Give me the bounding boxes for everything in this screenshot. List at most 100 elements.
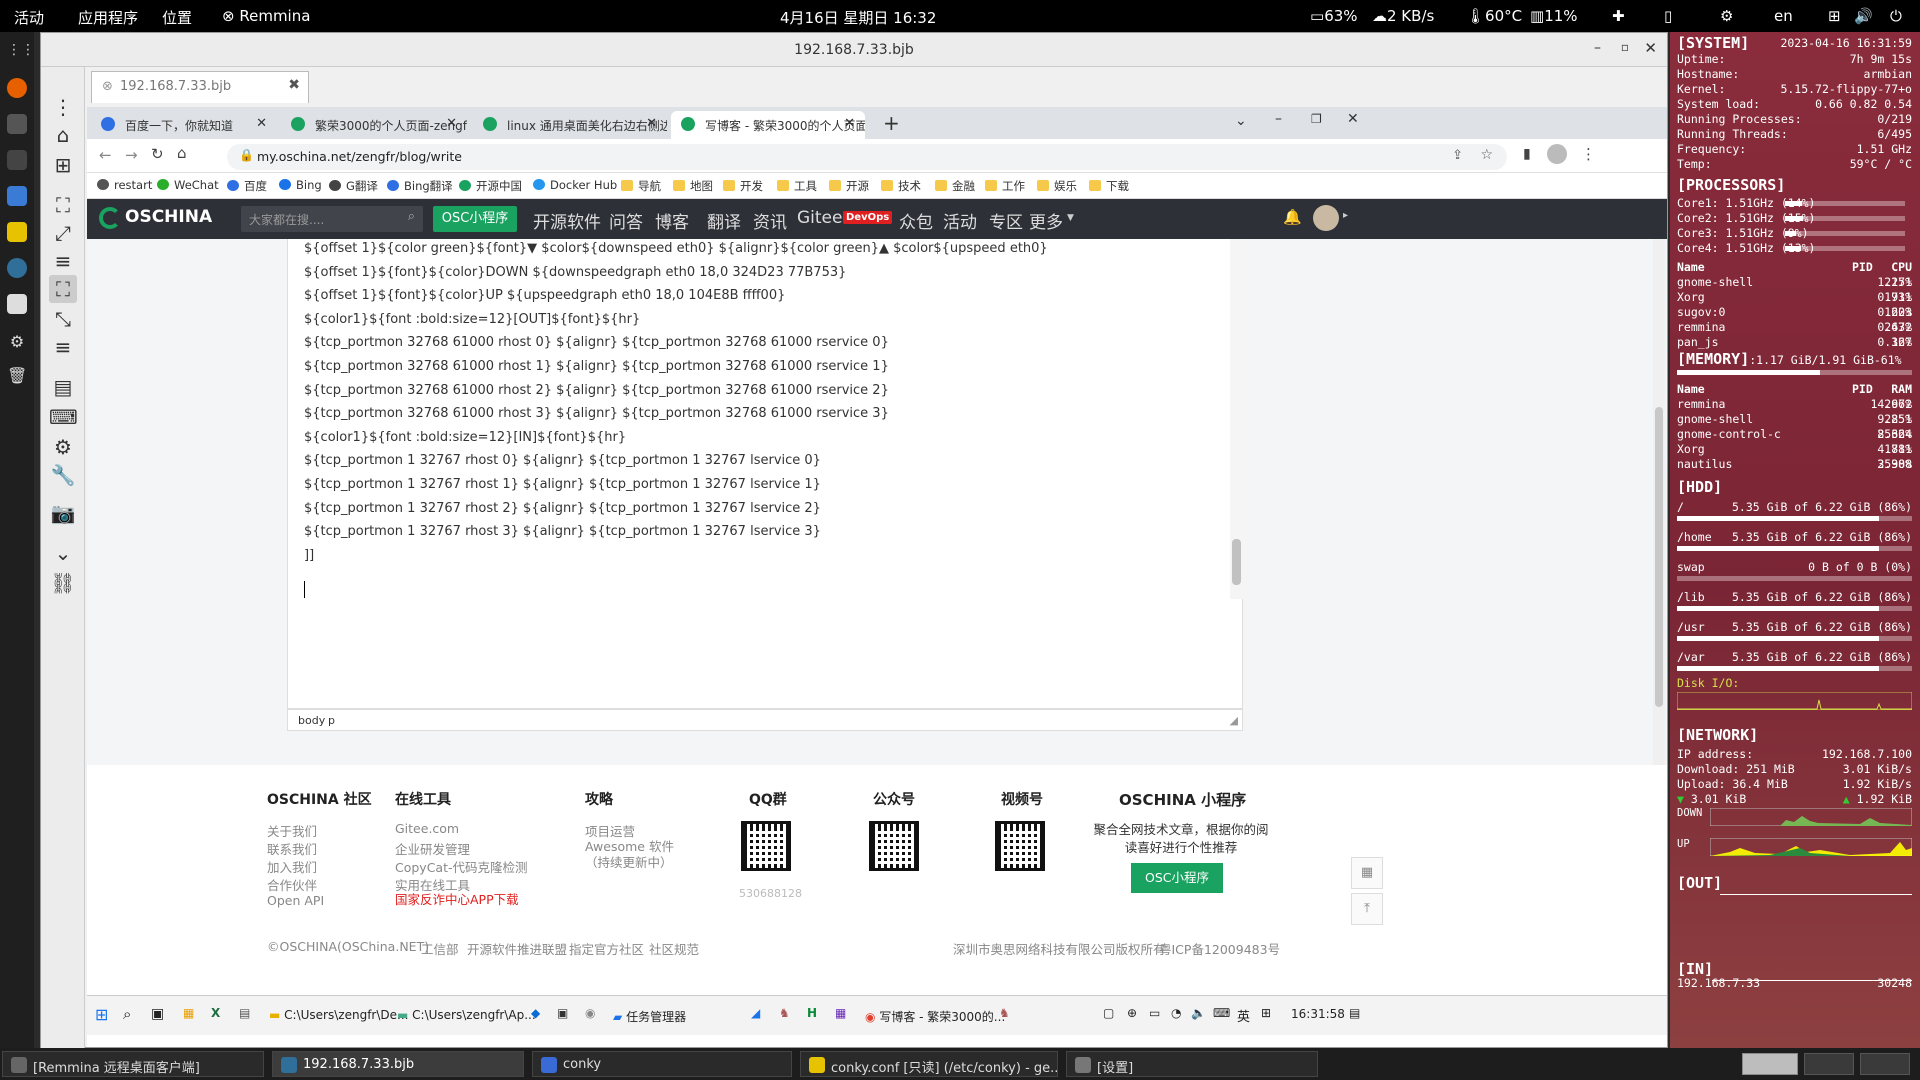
qrcode-float-icon[interactable]: ▦ — [1351, 857, 1383, 889]
workspace-2[interactable] — [1804, 1053, 1854, 1075]
wifi-icon[interactable]: ◔ — [1171, 1006, 1181, 1020]
back-icon[interactable]: ← — [99, 146, 112, 164]
close-icon[interactable]: ✕ — [256, 116, 267, 131]
window-list-item[interactable]: 192.168.7.33.bjb — [272, 1051, 524, 1077]
editor-line[interactable]: ${offset 1}${color green}${font}▼ $color… — [304, 241, 1048, 256]
toolbar-lines-icon[interactable]: ≡ — [49, 333, 77, 361]
bookmark-folder[interactable]: 开发 — [723, 178, 763, 194]
footer-bottom-link[interactable]: 开源软件推进联盟 — [467, 939, 567, 958]
guide-link[interactable]: 项目运营 — [585, 821, 635, 840]
terminal-icon[interactable] — [7, 114, 27, 134]
blog-editor[interactable]: ${offset 1}${color green}${font}▼ $color… — [287, 239, 1243, 709]
user-avatar[interactable] — [1313, 205, 1339, 231]
app-icon[interactable]: H — [807, 1006, 817, 1020]
editor-line[interactable]: ${tcp_portmon 1 32767 rhost 1} ${alignr}… — [304, 477, 821, 492]
ide-icon[interactable]: ▣ — [557, 1006, 568, 1020]
notification-icon[interactable]: ▤ — [1349, 1006, 1360, 1020]
monitor-icon[interactable] — [7, 150, 27, 170]
bookmark-item[interactable]: 开源中国 — [459, 178, 522, 194]
tools-icon[interactable]: 🔧 — [49, 461, 77, 489]
tray-icon[interactable]: ⊕ — [1127, 1006, 1137, 1020]
editor-line[interactable]: ]] — [304, 548, 314, 563]
bookmark-item[interactable]: restart — [97, 178, 152, 192]
nav-item[interactable]: 专区 — [989, 208, 1023, 233]
bookmark-item[interactable]: WeChat — [157, 178, 219, 192]
editor-line[interactable]: ${tcp_portmon 32768 61000 rhost 1} ${ali… — [304, 359, 889, 374]
reload-icon[interactable]: ↻ — [151, 145, 164, 163]
ime-indicator[interactable]: 英 — [1237, 1006, 1250, 1025]
editor-scroll-thumb[interactable] — [1232, 539, 1241, 585]
footer-bottom-link[interactable]: 指定官方社区 — [569, 939, 644, 958]
applications-menu[interactable]: 应用程序 — [78, 7, 138, 28]
tab-close-icon[interactable]: ✖ — [288, 77, 300, 93]
cpu-indicator[interactable]: ▥11% — [1530, 7, 1578, 25]
back-to-top-icon[interactable]: ⤒ — [1351, 893, 1383, 925]
bookmark-item[interactable]: 百度 — [227, 178, 267, 194]
browser-maximize-button[interactable]: ❐ — [1311, 112, 1322, 126]
footer-bottom-link[interactable]: 社区规范 — [649, 939, 699, 958]
app-icon[interactable]: ♞ — [999, 1006, 1010, 1020]
bookmark-item[interactable]: Bing翻译 — [387, 178, 453, 194]
new-tab-button[interactable]: + — [883, 111, 900, 135]
remmina-connection-tab[interactable]: ⊗ 192.168.7.33.bjb ✖ — [91, 71, 309, 103]
icp-link[interactable]: 粤ICP备12009483号 — [1159, 939, 1280, 958]
editor-line[interactable]: ${color1}${font :bold:size=12}[IN]${font… — [304, 430, 626, 445]
page-scroll-thumb[interactable] — [1655, 407, 1663, 707]
bookmark-folder[interactable]: 技术 — [881, 178, 921, 194]
nav-item[interactable]: 翻译 — [707, 208, 741, 233]
ime-grid-icon[interactable]: ⊞ — [1261, 1006, 1271, 1020]
workspace-3[interactable] — [1860, 1053, 1910, 1075]
taskbar-explorer-1[interactable]: ▬ C:\Users\zengfr\De... — [269, 1008, 408, 1022]
dynamic-resolution-icon[interactable]: ⛶ — [49, 275, 77, 303]
taskbar-chrome[interactable]: ◉ 写博客 - 繁荣3000的... — [865, 1008, 1005, 1025]
power-icon[interactable]: ⏻ — [1890, 7, 1902, 25]
fullscreen-icon[interactable]: ⛶ — [49, 191, 77, 219]
star-icon[interactable]: ☆ — [1480, 147, 1493, 163]
activities-button[interactable]: 活动 — [14, 7, 44, 28]
new-connection-icon[interactable]: ⊞ — [49, 151, 77, 179]
search-icon[interactable]: ⌕ — [408, 209, 415, 224]
community-link[interactable]: 合作伙伴 — [267, 875, 317, 894]
tools-link[interactable]: CopyCat-代码克隆检测 — [395, 857, 528, 876]
address-bar[interactable]: 🔒 my.oschina.net/zengfr/blog/write ⇪ ☆ — [227, 144, 1507, 170]
site-search-input[interactable]: 大家都在搜.... ⌕ — [241, 206, 423, 232]
home-icon[interactable]: ⌂ — [177, 144, 187, 162]
editor-line[interactable]: ${tcp_portmon 1 32767 rhost 3} ${alignr}… — [304, 524, 821, 539]
app-menu[interactable]: ⊗ Remmina — [222, 7, 310, 25]
resize-handle-icon[interactable]: ◢ — [1230, 714, 1238, 727]
app-icon[interactable]: ▦ — [835, 1006, 846, 1020]
tools-link[interactable]: 企业研发管理 — [395, 839, 470, 858]
bookmark-item[interactable]: Docker Hub — [533, 178, 617, 192]
windows-start-icon[interactable]: ⊞ — [95, 1005, 108, 1024]
url-text[interactable]: my.oschina.net/zengfr/blog/write — [257, 149, 462, 164]
profile-avatar[interactable] — [1547, 144, 1567, 164]
bookmark-folder[interactable]: 地图 — [673, 178, 713, 194]
devops-badge[interactable]: DevOps — [843, 211, 893, 224]
editor-line[interactable]: ${offset 1}${font}${color}DOWN ${downspe… — [304, 265, 846, 280]
files-icon[interactable] — [7, 186, 27, 206]
keyboard-icon[interactable]: ⌨ — [49, 403, 78, 431]
tab-search-icon[interactable]: ⌄ — [1235, 113, 1247, 129]
speaker-icon[interactable]: 🔈 — [1191, 1006, 1206, 1020]
app-grid-icon[interactable]: ⋮⋮ — [7, 42, 35, 62]
maximize-button[interactable]: ▫ — [1621, 40, 1629, 54]
extensions-icon[interactable]: ✚ — [1612, 7, 1625, 25]
community-link[interactable]: 联系我们 — [267, 839, 317, 858]
editor-line[interactable]: ${tcp_portmon 32768 61000 rhost 3} ${ali… — [304, 406, 889, 421]
close-icon[interactable]: ✕ — [446, 116, 457, 131]
language-indicator[interactable]: en — [1774, 7, 1793, 25]
path-body[interactable]: body — [298, 714, 325, 727]
bookmark-item[interactable]: Bing — [279, 178, 322, 192]
netspeed-indicator[interactable]: ☁2 KB/s — [1372, 7, 1434, 25]
window-list-item[interactable]: conky.conf [只读] (/etc/conky) - ge... — [800, 1051, 1058, 1077]
nav-item[interactable]: 活动 — [943, 208, 977, 233]
bookmark-item[interactable]: G翻译 — [329, 178, 378, 194]
nav-item[interactable]: 博客 — [655, 208, 689, 233]
tray-chevron-icon[interactable]: ▢ — [1103, 1006, 1114, 1020]
menu-icon[interactable]: ⋮ — [49, 93, 77, 121]
bookmark-folder[interactable]: 娱乐 — [1037, 178, 1077, 194]
ime-keyboard-icon[interactable]: ⌨ — [1213, 1006, 1230, 1020]
scale-icon[interactable]: ⤡ — [49, 305, 77, 333]
workspace-1[interactable] — [1742, 1053, 1798, 1075]
temperature-indicator[interactable]: 🌡60°C — [1466, 7, 1522, 25]
